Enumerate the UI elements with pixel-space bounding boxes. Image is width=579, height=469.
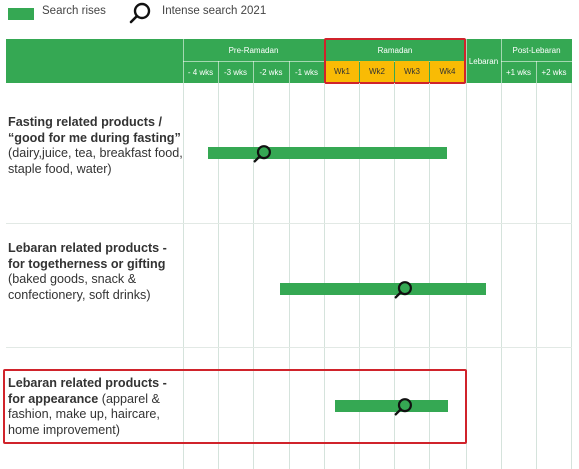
post-lebaran-label: Post-Lebaran <box>512 45 561 55</box>
magnifier-icon <box>129 2 151 24</box>
week-label-plus2: +2 wks <box>541 67 567 77</box>
ramadan-highlight-box <box>324 38 466 84</box>
legend: Search rises Intense search 2021 <box>0 0 579 28</box>
search-rise-bar-fasting <box>208 147 447 159</box>
timeline-header: Pre-Ramadan Ramadan Lebaran Post-Lebaran… <box>6 39 572 83</box>
magnifier-icon <box>253 145 271 163</box>
week-label-minus4: - 4 wks <box>187 67 214 77</box>
magnifier-icon <box>394 281 412 299</box>
row-fasting-detail: (dairy,juice, tea, breakfast food, stapl… <box>8 146 183 176</box>
lebaran-label: Lebaran <box>468 56 499 66</box>
row-fasting-products: Fasting related products / “good for me … <box>8 115 183 177</box>
week-label-minus1: -1 wks <box>294 67 319 77</box>
week-label-minus3: -3 wks <box>223 67 248 77</box>
search-rises-swatch <box>8 8 34 20</box>
week-label-minus2: -2 wks <box>259 67 283 77</box>
week-label-plus1: +1 wks <box>505 67 532 77</box>
legend-intense-search-label: Intense search 2021 <box>162 5 267 17</box>
appearance-highlight-box <box>3 369 467 444</box>
row-togetherness-detail: (baked goods, snack & confectionery, sof… <box>8 272 151 302</box>
search-rise-bar-togetherness <box>280 283 486 295</box>
row-fasting-title: Fasting related products / “good for me … <box>8 115 181 145</box>
pre-ramadan-label: Pre-Ramadan <box>228 45 279 55</box>
row-togetherness-title: Lebaran related products - for togethern… <box>8 241 167 271</box>
legend-search-rises-label: Search rises <box>42 5 106 17</box>
row-togetherness-products: Lebaran related products - for togethern… <box>8 241 183 303</box>
